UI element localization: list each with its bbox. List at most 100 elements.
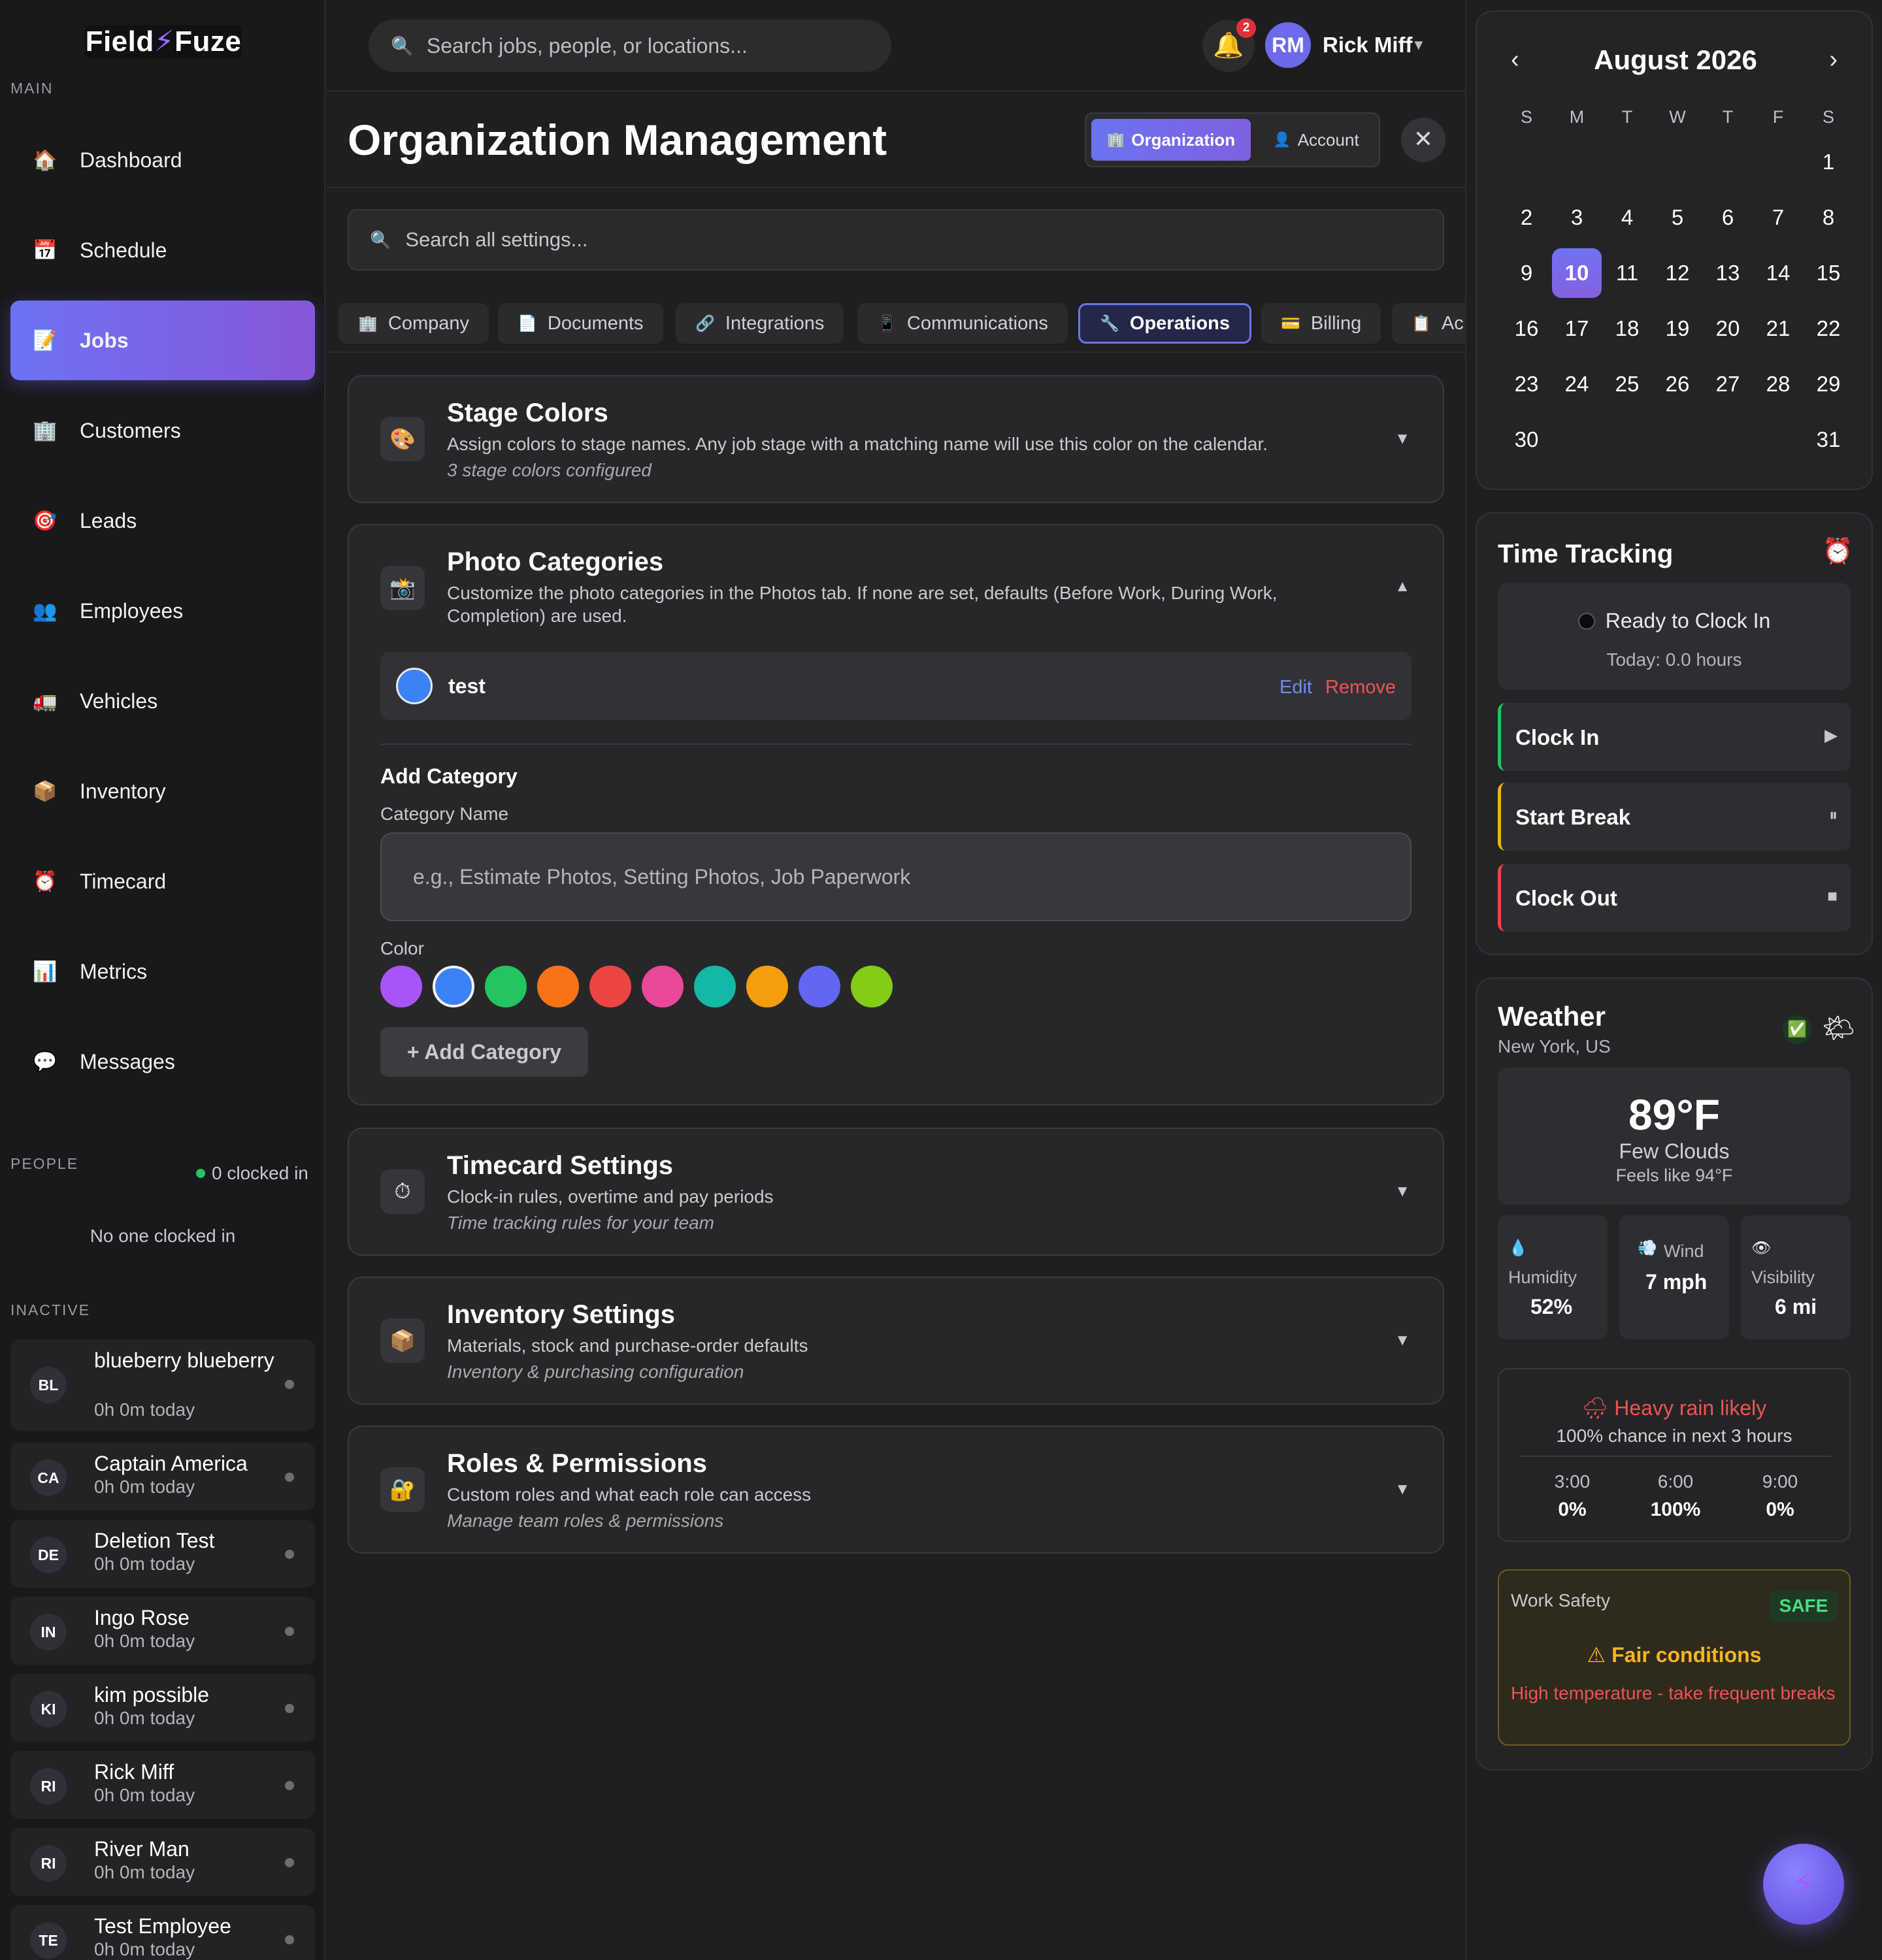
status-dot-icon [285,1627,294,1636]
employee-card[interactable]: CA Captain America 0h 0m today [10,1443,315,1511]
calendar-day[interactable]: 3 [1552,193,1602,242]
add-category-button[interactable]: + Add Category [380,1027,588,1077]
nav-schedule[interactable]: 📅 Schedule [10,210,315,290]
calendar-day[interactable]: 25 [1602,359,1652,409]
color-swatch[interactable] [694,966,736,1007]
settings-search[interactable]: 🔍 [348,209,1444,270]
nav-employees[interactable]: 👥 Employees [10,571,315,651]
expand-chevron-icon[interactable]: ▼ [1395,1480,1410,1499]
calendar-day[interactable]: 22 [1804,304,1853,353]
close-button[interactable]: ✕ [1401,118,1445,162]
employee-card[interactable]: DE Deletion Test 0h 0m today [10,1520,315,1588]
calendar-day[interactable]: 28 [1753,359,1803,409]
assistant-fab-bolt-icon[interactable]: ⚡ [1763,1844,1844,1925]
account-tab-button[interactable]: 👤 Account [1257,119,1375,161]
color-swatch[interactable] [380,966,422,1007]
calendar-day[interactable]: 16 [1502,304,1551,353]
calendar-day[interactable]: 18 [1602,304,1652,353]
nav-timecard[interactable]: ⏰ Timecard [10,841,315,921]
calendar-day[interactable]: 24 [1552,359,1602,409]
start-break-button[interactable]: Start Break ⏸ [1498,783,1851,851]
settings-search-input[interactable] [405,228,1386,252]
calendar-day[interactable]: 27 [1703,359,1753,409]
color-swatch[interactable] [589,966,631,1007]
collapse-chevron-icon[interactable]: ▲ [1395,578,1410,596]
calendar-day[interactable]: 19 [1653,304,1702,353]
calendar-day[interactable]: 12 [1653,248,1702,298]
nav-jobs[interactable]: 📝 Jobs [10,301,315,380]
color-swatch[interactable] [746,966,788,1007]
user-avatar[interactable]: RM [1265,22,1311,68]
clock-in-button[interactable]: Clock In ▶ [1498,703,1851,771]
nav-messages[interactable]: 💬 Messages [10,1022,315,1102]
calendar-day[interactable]: 29 [1804,359,1853,409]
calendar-day[interactable]: 21 [1753,304,1803,353]
nav-inventory[interactable]: 📦 Inventory [10,751,315,831]
color-swatch[interactable] [642,966,684,1007]
calendar-day[interactable]: 8 [1804,193,1853,242]
tab-operations[interactable]: 🔧 Operations [1078,303,1251,344]
brand-logo[interactable]: Field⚡Fuze [85,25,242,59]
calendar-day[interactable]: 20 [1703,304,1753,353]
calendar-day[interactable]: 7 [1753,193,1803,242]
calendar-day[interactable]: 1 [1804,137,1853,187]
calendar-day[interactable]: 4 [1602,193,1652,242]
employee-card[interactable]: TE Test Employee 0h 0m today [10,1905,315,1960]
calendar-day[interactable]: 30 [1502,415,1551,465]
color-swatch[interactable] [433,966,474,1007]
calendar-day[interactable]: 11 [1602,248,1652,298]
tab-documents[interactable]: 📄 Documents [498,303,663,344]
tab-activity[interactable]: 📋 Ac [1392,303,1465,344]
calendar-day-today[interactable]: 10 [1552,248,1602,298]
edit-category-link[interactable]: Edit [1279,677,1312,698]
status-dot-icon [285,1781,294,1790]
nav-vehicles[interactable]: 🚛 Vehicles [10,661,315,741]
category-name-input[interactable] [413,864,1380,889]
calendar-day[interactable]: 23 [1502,359,1551,409]
expand-chevron-icon[interactable]: ▼ [1395,1331,1410,1350]
remove-category-link[interactable]: Remove [1325,677,1396,698]
calendar-day[interactable]: 9 [1502,248,1551,298]
color-swatch[interactable] [485,966,527,1007]
calendar-day[interactable]: 15 [1804,248,1853,298]
calendar-day[interactable]: 6 [1703,193,1753,242]
nav-customers[interactable]: 🏢 Customers [10,391,315,470]
nav-metrics[interactable]: 📊 Metrics [10,932,315,1011]
calendar-day[interactable]: 5 [1653,193,1702,242]
color-swatch[interactable] [537,966,579,1007]
expand-chevron-icon[interactable]: ▼ [1395,1183,1410,1201]
stage-colors-card: 🎨 Stage Colors Assign colors to stage na… [348,375,1444,503]
organization-tab-button[interactable]: 🏢 Organization [1091,119,1251,161]
chevron-down-icon[interactable]: ▼ [1412,37,1426,54]
employee-card[interactable]: RI Rick Miff 0h 0m today [10,1751,315,1819]
employee-card[interactable]: RI River Man 0h 0m today [10,1828,315,1896]
global-search-input[interactable] [426,33,884,58]
alarm-clock-icon: ⏰ [33,870,58,892]
expand-chevron-icon[interactable]: ▼ [1395,430,1410,448]
tab-billing[interactable]: 💳 Billing [1261,303,1381,344]
calendar-day[interactable]: 2 [1502,193,1551,242]
calendar-day[interactable]: 14 [1753,248,1803,298]
calendar-day[interactable]: 31 [1804,415,1853,465]
org-account-toggle: 🏢 Organization 👤 Account [1085,112,1380,167]
employee-card[interactable]: KI kim possible 0h 0m today [10,1674,315,1742]
color-swatch[interactable] [851,966,893,1007]
nav-leads[interactable]: 🎯 Leads [10,481,315,561]
employee-card[interactable]: IN Ingo Rose 0h 0m today [10,1597,315,1665]
category-name-field[interactable] [380,832,1412,921]
global-search[interactable]: 🔍 [369,20,891,72]
chevron-right-icon[interactable]: › [1829,46,1838,74]
stopwatch-icon: ⏱ [380,1169,425,1214]
tab-company[interactable]: 🏢 Company [338,303,489,344]
tab-communications[interactable]: 📱 Communications [857,303,1068,344]
calendar-day[interactable]: 17 [1552,304,1602,353]
nav-dashboard[interactable]: 🏠 Dashboard [10,120,315,200]
notification-count-badge: 2 [1236,18,1256,38]
color-swatch[interactable] [799,966,840,1007]
tab-integrations[interactable]: 🔗 Integrations [676,303,844,344]
clock-out-button[interactable]: Clock Out ■ [1498,864,1851,932]
calendar-day[interactable]: 26 [1653,359,1702,409]
calendar-day[interactable]: 13 [1703,248,1753,298]
employee-card[interactable]: BL blueberry blueberry 0h 0m today [10,1339,315,1431]
user-name[interactable]: Rick Miff [1323,33,1413,57]
